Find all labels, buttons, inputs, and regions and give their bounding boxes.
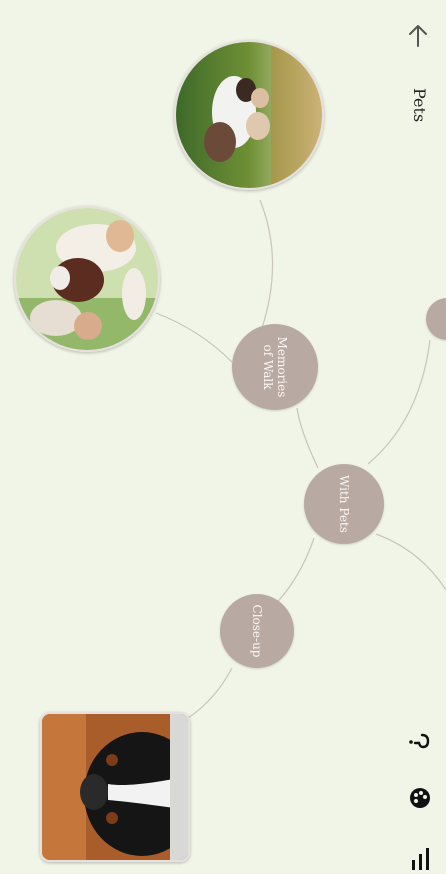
line-closeup-to-photo (187, 667, 233, 719)
bars-button[interactable] (410, 846, 432, 870)
node-memories-label: Memories of Walk (261, 336, 289, 398)
page-title: Pets (410, 88, 429, 123)
help-button[interactable] (406, 730, 432, 754)
node-with-pets-label: With Pets (337, 475, 351, 533)
node-memories-of-walk[interactable]: Memories of Walk (232, 324, 318, 410)
palette-button[interactable] (408, 786, 432, 810)
photo-node-family-dog[interactable] (174, 40, 324, 190)
arrow-left-icon (409, 25, 427, 47)
help-icon (409, 733, 430, 749)
back-button[interactable] (404, 22, 432, 50)
photo-couple-dog-image (16, 208, 158, 350)
photo-node-couple-dog[interactable] (14, 206, 160, 352)
line-center-to-memories (296, 407, 319, 469)
bars-icon (412, 848, 429, 870)
photo-node-dog-closeup[interactable] (40, 712, 190, 862)
line-memories-to-photo-mid (155, 312, 233, 363)
photo-family-dog-image (176, 42, 322, 188)
node-with-pets[interactable]: With Pets (304, 464, 384, 544)
line-memories-to-photo-top (259, 199, 274, 329)
line-center-to-offscreen-bottom (375, 533, 446, 591)
node-close-up[interactable]: Close-up (220, 594, 294, 668)
line-center-to-offscreen-top (367, 339, 431, 465)
photo-dog-closeup-image (42, 714, 188, 860)
node-close-up-label: Close-up (250, 604, 264, 658)
palette-icon (410, 788, 430, 808)
